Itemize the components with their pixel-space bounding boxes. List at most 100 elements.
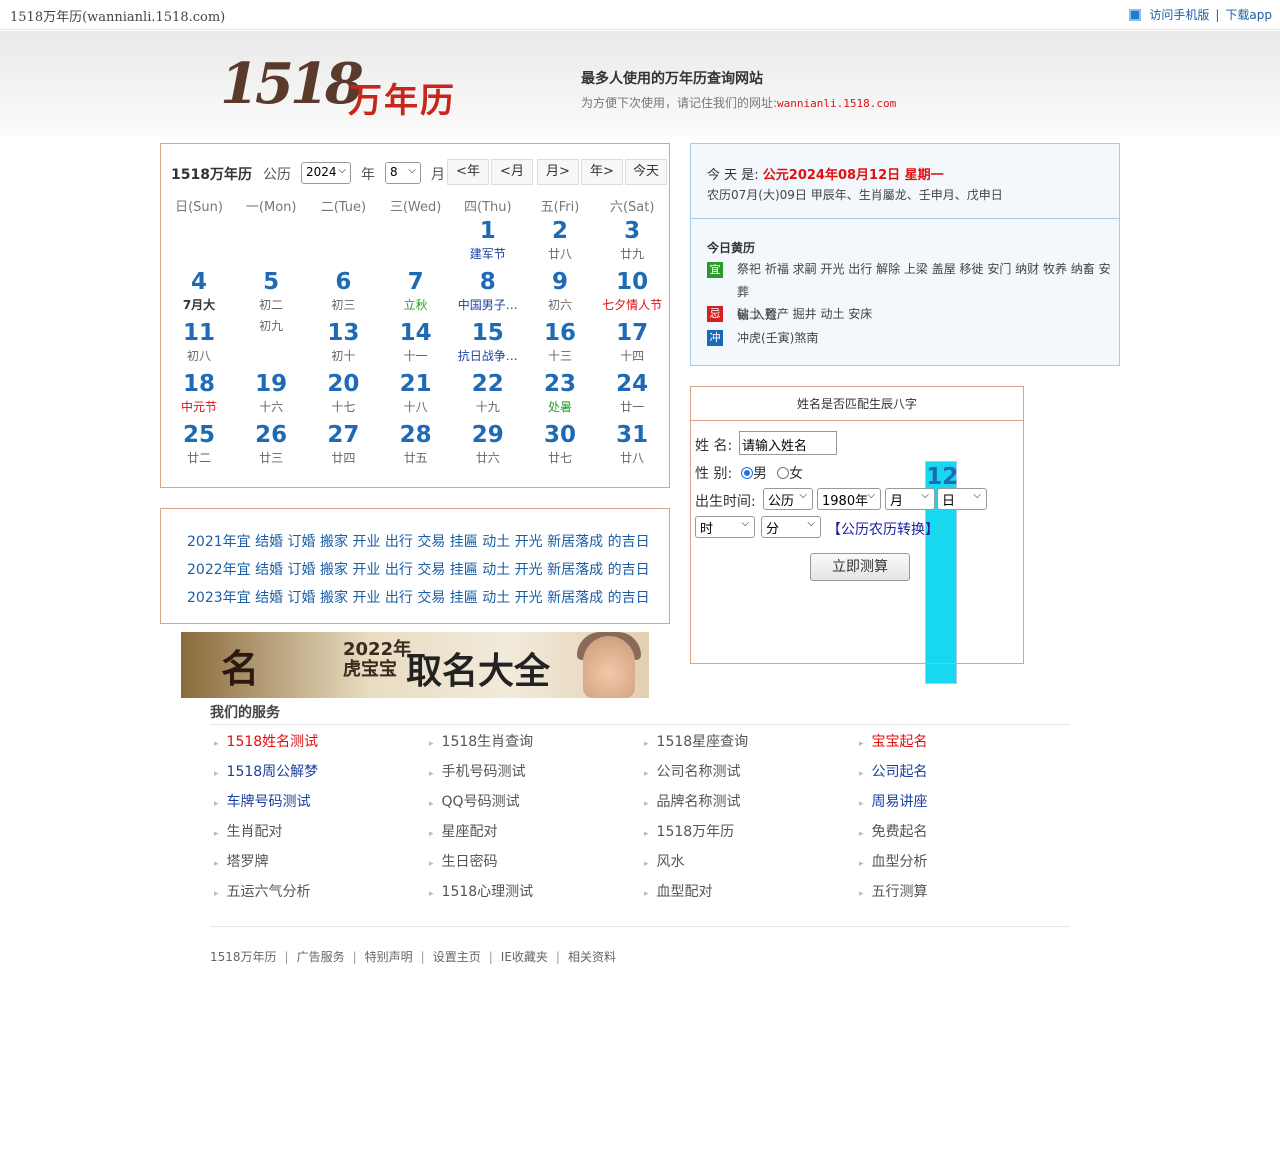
naming-banner[interactable]: 名 2022年 虎宝宝 取名大全 xyxy=(181,632,649,698)
bullet-icon: ▸ xyxy=(429,799,434,809)
calendar-day[interactable]: 31 廿八 xyxy=(596,420,668,470)
service-link[interactable]: ▸ 1518姓名测试 xyxy=(214,731,318,751)
female-radio[interactable] xyxy=(777,467,789,479)
calendar-day[interactable]: 13 初十 xyxy=(307,318,379,368)
mobile-version-link[interactable]: 访问手机版 xyxy=(1149,8,1209,22)
calendar-day[interactable]: 17 十四 xyxy=(596,318,668,368)
calendar-day[interactable]: 27 廿四 xyxy=(307,420,379,470)
prev-month-button[interactable]: <月 xyxy=(491,159,533,185)
calendar-day[interactable]: 1 建军节 xyxy=(452,216,524,266)
logo[interactable]: 1518 万年历 xyxy=(220,51,470,123)
year-line-2021[interactable]: 2021年宜 结婚 订婚 搬家 开业 出行 交易 挂匾 动土 开光 新居落成 的… xyxy=(187,531,650,551)
lunar-date: 廿三 xyxy=(259,451,284,465)
service-link[interactable]: ▸ 1518万年历 xyxy=(644,821,734,841)
calendar-day[interactable]: 5 初二 xyxy=(235,267,307,317)
service-link[interactable]: ▸ 品牌名称测试 xyxy=(644,791,741,811)
birth-month-select[interactable]: 月 ⌵ xyxy=(885,488,935,510)
prev-year-button[interactable]: <年 xyxy=(447,159,489,185)
download-app-link[interactable]: 下载app xyxy=(1225,8,1272,22)
year-select[interactable]: 2024 ⌵ xyxy=(301,162,351,184)
service-link[interactable]: ▸ 血型配对 xyxy=(644,881,713,901)
calendar-day[interactable]: 18 中元节 xyxy=(163,369,235,419)
calendar-day[interactable]: 19 十六 xyxy=(235,369,307,419)
today-button[interactable]: 今天 xyxy=(625,159,667,185)
footer-link[interactable]: 广告服务 xyxy=(297,950,345,964)
service-link[interactable]: ▸ 塔罗牌 xyxy=(214,851,269,871)
calendar-day[interactable]: 2 廿八 xyxy=(524,216,596,266)
gender-female[interactable]: 女 xyxy=(777,463,803,483)
calendar-day[interactable]: 22 十九 xyxy=(452,369,524,419)
service-link[interactable]: ▸ QQ号码测试 xyxy=(429,791,520,811)
service-link[interactable]: ▸ 五行测算 xyxy=(859,881,928,901)
footer-link[interactable]: 特别声明 xyxy=(365,950,413,964)
birth-year-select[interactable]: 1980年 ⌵ xyxy=(817,488,881,510)
calendar-day[interactable]: 20 十七 xyxy=(307,369,379,419)
service-link[interactable]: ▸ 1518生肖查询 xyxy=(429,731,533,751)
year-line-2022[interactable]: 2022年宜 结婚 订婚 搬家 开业 出行 交易 挂匾 动土 开光 新居落成 的… xyxy=(187,559,650,579)
calendar-day[interactable]: 21 十八 xyxy=(380,369,452,419)
footer-link[interactable]: 设置主页 xyxy=(433,950,481,964)
service-link[interactable]: ▸ 手机号码测试 xyxy=(429,761,526,781)
service-link[interactable]: ▸ 1518心理测试 xyxy=(429,881,533,901)
next-year-button[interactable]: 年> xyxy=(581,159,623,185)
year-line-2023[interactable]: 2023年宜 结婚 订婚 搬家 开业 出行 交易 挂匾 动土 开光 新居落成 的… xyxy=(187,587,650,607)
calendar-day[interactable]: 26 廿三 xyxy=(235,420,307,470)
service-link[interactable]: ▸ 风水 xyxy=(644,851,685,871)
calendar-day[interactable]: 23 处暑 xyxy=(524,369,596,419)
footer-link[interactable]: 相关资料 xyxy=(568,950,616,964)
calendar-day[interactable]: 4 7月大 xyxy=(163,267,235,317)
calendar-day[interactable]: 7 立秋 xyxy=(380,267,452,317)
calculate-button[interactable]: 立即测算 xyxy=(810,553,910,581)
calendar-day[interactable]: 30 廿七 xyxy=(524,420,596,470)
service-link[interactable]: ▸ 1518周公解梦 xyxy=(214,761,318,781)
male-radio[interactable] xyxy=(741,467,753,479)
birth-minute-select[interactable]: 分 ⌵ xyxy=(761,516,821,538)
calendar-day[interactable]: 9 初六 xyxy=(524,267,596,317)
service-link[interactable]: ▸ 五运六气分析 xyxy=(214,881,311,901)
bullet-icon: ▸ xyxy=(429,739,434,749)
calendar-day[interactable]: 11 初八 xyxy=(163,318,235,368)
bullet-icon: ▸ xyxy=(644,799,649,809)
services-title: 我们的服务 xyxy=(210,705,280,721)
calendar-day[interactable]: 10 七夕情人节 xyxy=(596,267,668,317)
name-input[interactable]: 请输入姓名 xyxy=(739,431,837,455)
service-link[interactable]: ▸ 血型分析 xyxy=(859,851,928,871)
calendar-day[interactable]: 6 初三 xyxy=(307,267,379,317)
calendar-convert-link[interactable]: 【公历农历转换】 xyxy=(827,519,939,539)
calendar-day[interactable]: 8 中国男子… xyxy=(452,267,524,317)
service-link[interactable]: ▸ 宝宝起名 xyxy=(859,731,928,751)
next-month-button[interactable]: 月> xyxy=(537,159,579,185)
footer-link[interactable]: 1518万年历 xyxy=(210,950,277,964)
calendar-day[interactable]: 14 十一 xyxy=(380,318,452,368)
bullet-icon: ▸ xyxy=(859,859,864,869)
bullet-icon: ▸ xyxy=(214,889,219,899)
service-link[interactable]: ▸ 免费起名 xyxy=(859,821,928,841)
month-select[interactable]: 8 ⌵ xyxy=(385,162,421,184)
service-link[interactable]: ▸ 生肖配对 xyxy=(214,821,283,841)
calendar-day[interactable]: 28 廿五 xyxy=(380,420,452,470)
lunar-date: 廿八 xyxy=(547,247,572,261)
calendar-day[interactable]: 29 廿六 xyxy=(452,420,524,470)
footer-link[interactable]: IE收藏夹 xyxy=(501,950,548,964)
calendar-day[interactable]: 12 初九 xyxy=(235,318,958,684)
calendar-day[interactable]: 24 廿一 xyxy=(596,369,668,419)
date-number: 21 xyxy=(399,371,432,397)
service-link[interactable]: ▸ 生日密码 xyxy=(429,851,498,871)
service-link[interactable]: ▸ 星座配对 xyxy=(429,821,498,841)
gender-male[interactable]: 男 xyxy=(741,463,767,483)
date-number: 31 xyxy=(616,422,649,448)
service-link[interactable]: ▸ 公司起名 xyxy=(859,761,928,781)
banner-calligraphy: 名 xyxy=(221,646,260,691)
calendar-type-select[interactable]: 公历 ⌵ xyxy=(763,488,813,510)
logo-number: 1518 xyxy=(220,51,364,117)
birth-day-select[interactable]: 日 ⌵ xyxy=(937,488,987,510)
service-link[interactable]: ▸ 公司名称测试 xyxy=(644,761,741,781)
birth-hour-select[interactable]: 时 ⌵ xyxy=(695,516,755,538)
calendar-day[interactable]: 16 十三 xyxy=(524,318,596,368)
service-link[interactable]: ▸ 周易讲座 xyxy=(859,791,928,811)
service-link[interactable]: ▸ 1518星座查询 xyxy=(644,731,748,751)
service-link[interactable]: ▸ 车牌号码测试 xyxy=(214,791,311,811)
calendar-day[interactable]: 15 抗日战争… xyxy=(452,318,524,368)
calendar-day[interactable]: 3 廿九 xyxy=(596,216,668,266)
calendar-day[interactable]: 25 廿二 xyxy=(163,420,235,470)
